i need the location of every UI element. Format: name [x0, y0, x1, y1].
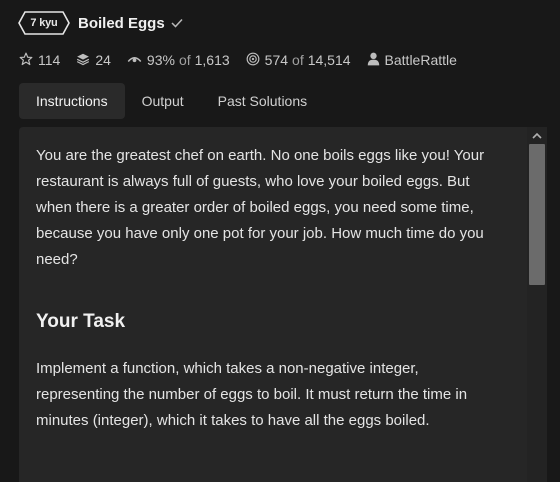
kata-header: 7 kyu Boiled Eggs — [18, 10, 183, 36]
of-label: of — [292, 52, 304, 68]
author-stat[interactable]: BattleRattle — [367, 52, 457, 69]
target-icon — [246, 52, 265, 69]
kata-title[interactable]: Boiled Eggs — [78, 15, 165, 32]
tab-bar: Instructions Output Past Solutions — [19, 83, 324, 119]
stars-count: 114 — [38, 52, 61, 68]
scrollbar[interactable] — [527, 127, 547, 482]
rank-badge: 7 kyu — [18, 11, 70, 35]
scroll-thumb[interactable] — [529, 144, 545, 285]
check-icon — [171, 18, 183, 28]
tab-past-solutions[interactable]: Past Solutions — [201, 83, 325, 119]
rank-label: 7 kyu — [30, 17, 58, 29]
instructions-content: You are the greatest chef on earth. No o… — [36, 143, 506, 434]
eye-arc-icon — [127, 52, 147, 68]
layers-icon — [76, 52, 95, 69]
user-icon — [367, 52, 385, 69]
intro-paragraph: You are the greatest chef on earth. No o… — [36, 147, 485, 268]
star-icon — [19, 52, 38, 69]
completions-count: 574 — [264, 52, 289, 68]
author-name: BattleRattle — [384, 52, 457, 68]
instructions-panel: You are the greatest chef on earth. No o… — [19, 127, 547, 482]
task-paragraph: Implement a function, which takes a non-… — [36, 360, 468, 429]
stars-stat[interactable]: 114 — [19, 52, 60, 69]
attempts-count: 14,514 — [307, 52, 351, 68]
tab-instructions[interactable]: Instructions — [19, 83, 125, 119]
satisfaction-votes: 1,613 — [194, 52, 230, 68]
satisfaction-rating: 93% — [146, 52, 175, 68]
collections-stat[interactable]: 24 — [76, 52, 111, 69]
tab-output[interactable]: Output — [125, 83, 201, 119]
task-heading: Your Task — [36, 311, 126, 332]
completions-stat: 574 of 14,514 — [246, 52, 351, 69]
scroll-up-arrow-icon[interactable] — [527, 127, 547, 143]
collections-count: 24 — [95, 52, 111, 68]
of-label: of — [178, 52, 191, 68]
satisfaction-stat: 93% of 1,613 — [127, 52, 230, 68]
kata-stats: 114 24 93% of 1,613 574 of 14,514 Battle… — [19, 50, 473, 70]
